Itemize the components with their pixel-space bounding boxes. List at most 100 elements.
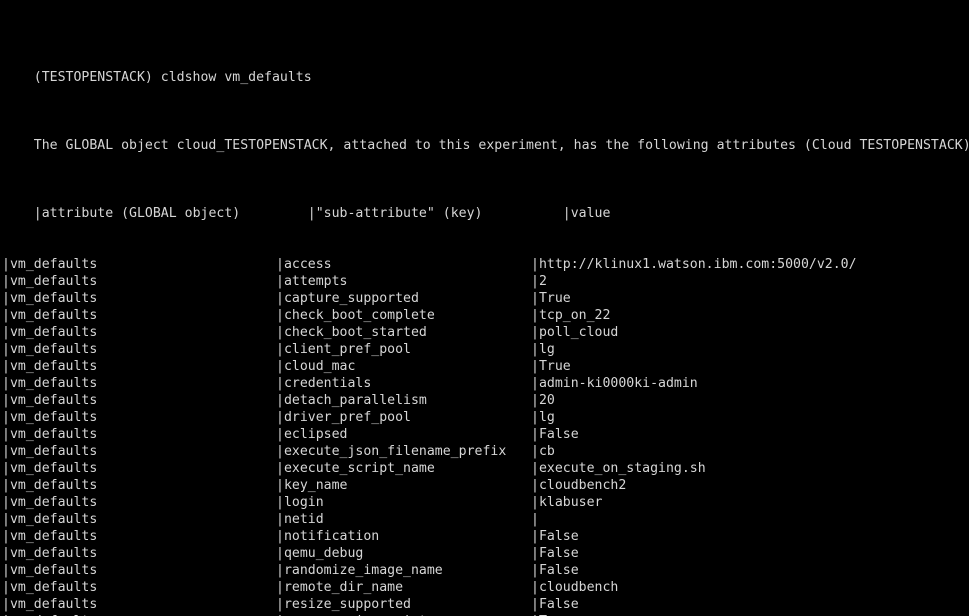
- cell-sub-attribute: |credentials: [276, 375, 531, 392]
- info-text: The GLOBAL object cloud_TESTOPENSTACK, a…: [33, 138, 969, 153]
- cell-attribute-label: vm_defaults: [9, 597, 98, 612]
- header-attribute: |attribute (GLOBAL object): [34, 205, 308, 222]
- table-header-row: |attribute (GLOBAL object) |"sub-attribut…: [2, 188, 969, 221]
- column-separator-icon: |: [2, 308, 10, 323]
- cell-value-label: poll_cloud: [538, 325, 619, 340]
- cell-value-label: True: [538, 291, 571, 306]
- column-separator-icon: |: [276, 342, 284, 357]
- column-separator-icon: |: [531, 461, 539, 476]
- cell-value: |: [531, 511, 961, 528]
- column-separator-icon: |: [276, 597, 284, 612]
- cell-sub-attribute-label: detach_parallelism: [283, 393, 427, 408]
- cell-value-label: False: [538, 529, 579, 544]
- cell-attribute: |vm_defaults: [2, 409, 276, 426]
- cell-value: |False: [531, 562, 961, 579]
- terminal-screen[interactable]: (TESTOPENSTACK) cldshow vm_defaults The …: [0, 0, 969, 616]
- cell-value: |http://klinux1.watson.ibm.com:5000/v2.0…: [531, 256, 961, 273]
- cell-value: |execute_on_staging.sh: [531, 460, 961, 477]
- cell-value-label: cloudbench: [538, 580, 619, 595]
- table-row: |vm_defaults |capture_supported | True: [2, 290, 969, 307]
- cell-sub-attribute: |eclipsed: [276, 426, 531, 443]
- cell-attribute: |vm_defaults: [2, 324, 276, 341]
- table-row: |vm_defaults |cloud_mac |True: [2, 358, 969, 375]
- table-row: |vm_defaults |check_boot_complete |tcp_on_…: [2, 307, 969, 324]
- cell-attribute: |vm_defaults: [2, 443, 276, 460]
- column-separator-icon: |: [531, 444, 539, 459]
- cell-value: |False: [531, 528, 961, 545]
- table-row: |vm_defaults |randomize_image_name |False: [2, 562, 969, 579]
- column-separator-icon: |: [33, 206, 42, 221]
- header-attribute-label: attribute (GLOBAL object): [41, 206, 241, 221]
- cell-attribute-label: vm_defaults: [9, 495, 98, 510]
- column-separator-icon: |: [307, 206, 316, 221]
- column-separator-icon: |: [2, 410, 10, 425]
- column-separator-icon: |: [2, 529, 10, 544]
- cell-value: |2: [531, 273, 961, 290]
- cell-sub-attribute-label: key_name: [283, 478, 348, 493]
- info-line: The GLOBAL object cloud_TESTOPENSTACK, a…: [2, 120, 969, 153]
- column-separator-icon: |: [276, 291, 284, 306]
- cell-attribute: |vm_defaults: [2, 307, 276, 324]
- column-separator-icon: |: [2, 444, 10, 459]
- cell-value: |lg: [531, 341, 961, 358]
- prompt-text: (TESTOPENSTACK) cldshow vm_defaults: [33, 70, 312, 85]
- cell-attribute: |vm_defaults: [2, 273, 276, 290]
- cell-attribute: |vm_defaults: [2, 358, 276, 375]
- column-separator-icon: |: [2, 342, 10, 357]
- table-row: |vm_defaults |execute_json_filename_prefi…: [2, 443, 969, 460]
- column-separator-icon: |: [276, 529, 284, 544]
- column-separator-icon: |: [531, 410, 539, 425]
- cell-attribute: |vm_defaults: [2, 426, 276, 443]
- column-separator-icon: |: [276, 359, 284, 374]
- column-separator-icon: |: [531, 427, 539, 442]
- cell-attribute: |vm_defaults: [2, 375, 276, 392]
- cell-attribute-label: vm_defaults: [9, 325, 98, 340]
- column-separator-icon: |: [531, 274, 539, 289]
- cell-attribute: |vm_defaults: [2, 290, 276, 307]
- cell-attribute-label: vm_defaults: [9, 580, 98, 595]
- cell-sub-attribute-label: driver_pref_pool: [283, 410, 411, 425]
- cell-attribute: |vm_defaults: [2, 477, 276, 494]
- cell-value-label: lg: [538, 410, 555, 425]
- cell-value: |cloudbench2: [531, 477, 961, 494]
- cell-value: |admin-ki0000ki-admin: [531, 375, 961, 392]
- table-row: |vm_defaults |eclipsed |False: [2, 426, 969, 443]
- column-separator-icon: |: [531, 597, 539, 612]
- cell-attribute-label: vm_defaults: [9, 461, 98, 476]
- cell-value: |tcp_on_22: [531, 307, 961, 324]
- header-value: |value: [563, 205, 969, 222]
- cell-attribute-label: vm_defaults: [9, 291, 98, 306]
- cell-attribute: |vm_defaults: [2, 341, 276, 358]
- column-separator-icon: |: [531, 393, 539, 408]
- cell-attribute: |vm_defaults: [2, 511, 276, 528]
- cell-value-label: False: [538, 563, 579, 578]
- column-separator-icon: |: [276, 580, 284, 595]
- cell-sub-attribute: |netid: [276, 511, 531, 528]
- cell-sub-attribute: |check_boot_started: [276, 324, 531, 341]
- cell-value-label: klabuser: [538, 495, 603, 510]
- column-separator-icon: |: [276, 393, 284, 408]
- cell-sub-attribute: |capture_supported: [276, 290, 531, 307]
- cell-sub-attribute: |key_name: [276, 477, 531, 494]
- cell-value: |poll_cloud: [531, 324, 961, 341]
- cell-sub-attribute-label: login: [283, 495, 324, 510]
- column-separator-icon: |: [531, 342, 539, 357]
- column-separator-icon: |: [2, 512, 10, 527]
- column-separator-icon: |: [276, 478, 284, 493]
- column-separator-icon: |: [276, 444, 284, 459]
- table-row: |vm_defaults |check_boot_started |poll_clo…: [2, 324, 969, 341]
- column-separator-icon: |: [2, 393, 10, 408]
- column-separator-icon: |: [276, 563, 284, 578]
- cell-sub-attribute-label: attempts: [283, 274, 348, 289]
- table-row: |vm_defaults |login |klabuser: [2, 494, 969, 511]
- cell-value-label: False: [538, 597, 579, 612]
- cell-value-label: cloudbench2: [538, 478, 627, 493]
- cell-attribute-label: vm_defaults: [9, 257, 98, 272]
- cell-attribute: |vm_defaults: [2, 256, 276, 273]
- cell-attribute-label: vm_defaults: [9, 308, 98, 323]
- cell-sub-attribute-label: cloud_mac: [283, 359, 356, 374]
- cell-sub-attribute-label: execute_script_name: [283, 461, 435, 476]
- cell-sub-attribute: |cloud_mac: [276, 358, 531, 375]
- cell-attribute: |vm_defaults: [2, 596, 276, 613]
- table-row: |vm_defaults |resize_supported |False: [2, 596, 969, 613]
